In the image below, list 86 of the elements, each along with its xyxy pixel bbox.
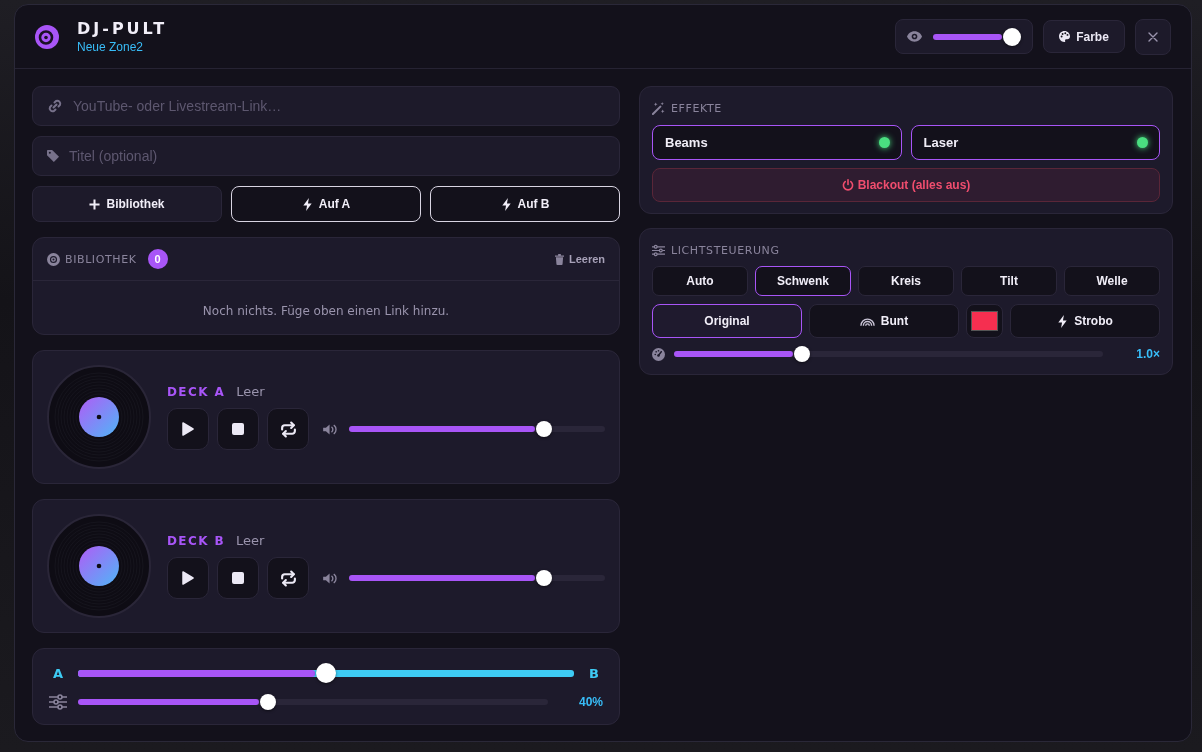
effect-toggle[interactable]: Laser xyxy=(910,125,1160,160)
master-volume-slider[interactable] xyxy=(78,694,548,710)
crossfader-label: B xyxy=(588,665,600,681)
palette-icon xyxy=(1059,30,1071,43)
close-icon xyxy=(1148,31,1158,42)
link-input[interactable]: YouTube- oder Livestream-Link… xyxy=(73,96,605,116)
magic-wand-icon xyxy=(652,101,665,115)
empty-message: Noch nichts. Füge oben einen Link hinzu. xyxy=(202,303,450,318)
color-button[interactable]: Farbe xyxy=(1043,20,1125,53)
slider-thumb[interactable] xyxy=(259,694,276,710)
slider-fill xyxy=(933,33,1002,40)
stop-icon xyxy=(232,572,244,584)
mode-tab[interactable]: Kreis xyxy=(858,266,954,296)
status-dot-icon xyxy=(878,137,890,148)
disc-logo-icon xyxy=(35,24,59,49)
clear-button[interactable]: Leeren xyxy=(554,253,605,265)
mode-tab[interactable]: Schwenk xyxy=(755,266,851,296)
volume-icon xyxy=(323,423,338,435)
slider-thumb[interactable] xyxy=(793,346,810,362)
color-picker-button[interactable] xyxy=(966,304,1003,338)
repeat-icon xyxy=(279,569,297,587)
rainbow-icon xyxy=(859,316,875,326)
link-icon xyxy=(47,98,63,114)
slider-thumb[interactable] xyxy=(536,421,553,437)
crossfader-label: A xyxy=(51,665,65,681)
speed-reading: 1.0× xyxy=(1135,347,1160,361)
vinyl-record-icon xyxy=(47,514,151,618)
speed-slider[interactable] xyxy=(674,346,1103,362)
count-badge: 0 xyxy=(147,249,168,269)
deck-status: Leer xyxy=(236,384,265,399)
mode-tab[interactable]: Welle xyxy=(1064,266,1160,296)
plus-icon xyxy=(89,198,101,210)
tag-icon xyxy=(47,150,59,162)
deck-label: DECK A xyxy=(167,385,226,399)
eye-icon xyxy=(907,31,922,42)
opacity-slider[interactable] xyxy=(933,27,1021,46)
vinyl-record-icon xyxy=(47,365,151,469)
sliders-icon xyxy=(652,243,665,257)
crossfader-slider[interactable] xyxy=(78,663,574,683)
play-icon xyxy=(182,422,194,436)
loop-button[interactable] xyxy=(267,557,309,599)
disc-icon xyxy=(47,252,60,266)
volume-slider[interactable] xyxy=(349,421,605,437)
strobe-button[interactable]: Strobo xyxy=(1010,304,1160,338)
section-title: EFFEKTE xyxy=(671,101,722,115)
link-field[interactable]: YouTube- oder Livestream-Link… xyxy=(32,86,620,126)
loop-button[interactable] xyxy=(267,408,309,450)
lightning-bolt-icon xyxy=(500,197,512,211)
volume-reading: 40% xyxy=(577,695,603,709)
close-button[interactable] xyxy=(1135,18,1171,55)
volume-icon xyxy=(323,572,338,584)
stop-button[interactable] xyxy=(217,557,259,599)
sliders-icon xyxy=(49,694,67,710)
status-dot-icon xyxy=(1137,137,1148,148)
color-mode-button[interactable]: Original xyxy=(652,304,802,338)
mode-tab[interactable]: Auto xyxy=(652,266,748,296)
deck-label: DECK B xyxy=(167,534,225,548)
effect-toggle[interactable]: Beams xyxy=(652,125,902,160)
stop-icon xyxy=(232,423,244,435)
mode-tab[interactable]: Tilt xyxy=(961,266,1057,296)
gauge-icon xyxy=(652,347,665,361)
stop-button[interactable] xyxy=(217,408,259,450)
section-title: BIBLIOTHEK xyxy=(65,252,137,266)
blackout-button[interactable]: Blackout (alles aus) xyxy=(652,168,1160,202)
lightning-bolt-icon xyxy=(301,197,313,211)
deck-status: Leer xyxy=(236,533,265,548)
trash-icon xyxy=(554,253,564,265)
volume-slider[interactable] xyxy=(349,570,605,586)
load-deck-button[interactable]: Auf A xyxy=(231,186,421,222)
lightning-bolt-icon xyxy=(1057,314,1069,328)
add-library-button[interactable]: Bibliothek xyxy=(32,186,222,222)
slider-thumb[interactable] xyxy=(1003,27,1021,46)
load-deck-button[interactable]: Auf B xyxy=(430,186,620,222)
section-title: LICHTSTEUERUNG xyxy=(671,243,780,257)
title-field[interactable]: Titel (optional) xyxy=(32,136,620,176)
slider-thumb[interactable] xyxy=(536,570,553,586)
repeat-icon xyxy=(279,420,297,438)
color-mode-button[interactable]: Bunt xyxy=(809,304,959,338)
zone-name: Neue Zone2 xyxy=(77,39,145,54)
play-button[interactable] xyxy=(167,408,209,450)
title-input[interactable]: Titel (optional) xyxy=(69,146,605,166)
play-button[interactable] xyxy=(167,557,209,599)
power-icon xyxy=(841,179,854,191)
slider-thumb[interactable] xyxy=(316,663,336,683)
play-icon xyxy=(182,571,194,585)
app-title: DJ-PULT xyxy=(77,19,168,38)
